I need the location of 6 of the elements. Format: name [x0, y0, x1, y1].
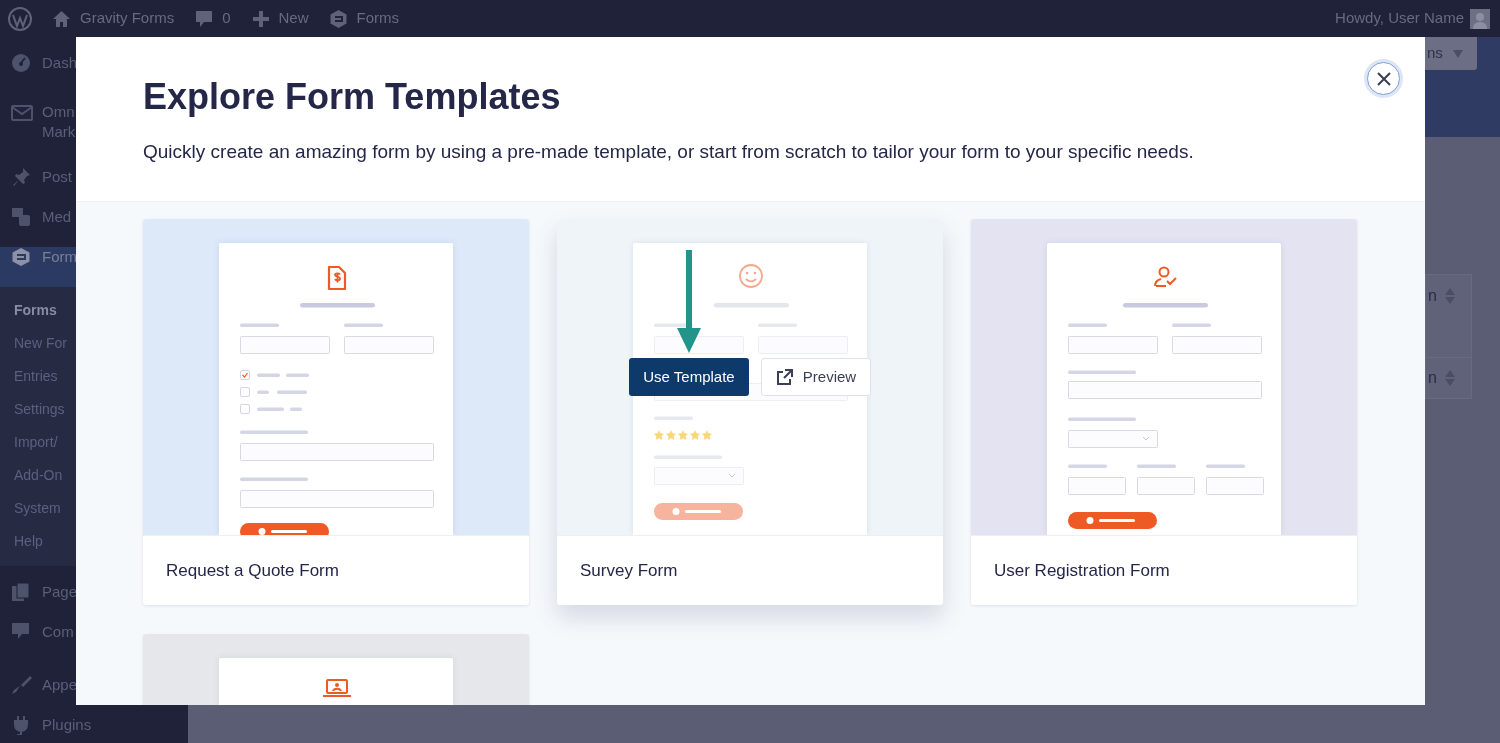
comment-count: 0 [222, 8, 231, 29]
modal-subtitle: Quickly create an amazing form by using a pre-made template, or start from scratch to tailor your form to your specific needs. [143, 140, 1195, 164]
template-name: Survey Form [580, 559, 678, 582]
template-name: Request a Quote Form [166, 559, 339, 582]
modal-title: Explore Form Templates [143, 75, 561, 119]
template-name: User Registration Form [994, 559, 1170, 582]
